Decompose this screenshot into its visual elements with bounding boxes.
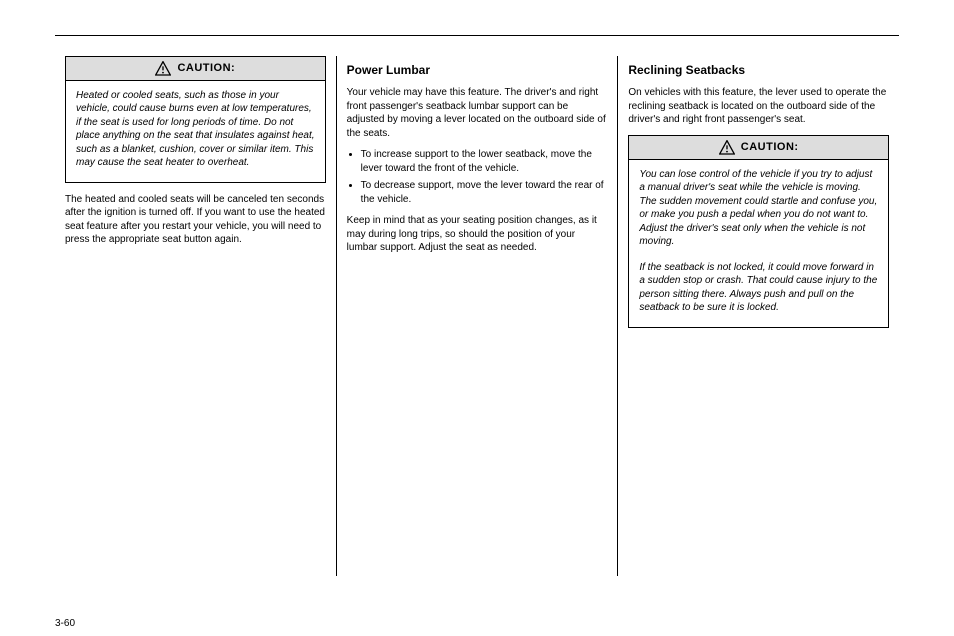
- list-item: To decrease support, move the lever towa…: [361, 179, 608, 206]
- caution-label-1: CAUTION:: [177, 61, 235, 76]
- caution-text-1: Heated or cooled seats, such as those in…: [76, 89, 315, 170]
- column-3: Reclining Seatbacks On vehicles with thi…: [617, 56, 899, 576]
- caution-text-2b: If the seatback is not locked, it could …: [639, 261, 878, 315]
- page-rule-top: [55, 35, 899, 36]
- section-title-lumbar: Power Lumbar: [347, 62, 608, 78]
- caution-body-1: Heated or cooled seats, such as those in…: [66, 81, 325, 182]
- caution-text-2a: You can lose control of the vehicle if y…: [639, 168, 878, 249]
- col1-paragraph: The heated and cooled seats will be canc…: [65, 193, 326, 247]
- caution-box-2: CAUTION: You can lose control of the veh…: [628, 135, 889, 328]
- column-1: CAUTION: Heated or cooled seats, such as…: [55, 56, 336, 576]
- caution-label-2: CAUTION:: [741, 140, 799, 155]
- warning-icon: [719, 140, 735, 154]
- column-2: Power Lumbar Your vehicle may have this …: [336, 56, 618, 576]
- caution-body-2: You can lose control of the vehicle if y…: [629, 160, 888, 327]
- content-columns: CAUTION: Heated or cooled seats, such as…: [55, 56, 899, 576]
- caution-header-1: CAUTION:: [66, 57, 325, 81]
- section-title-reclining: Reclining Seatbacks: [628, 62, 889, 78]
- col3-p1: On vehicles with this feature, the lever…: [628, 86, 889, 127]
- caution-box-1: CAUTION: Heated or cooled seats, such as…: [65, 56, 326, 183]
- col2-p2: Keep in mind that as your seating positi…: [347, 214, 608, 255]
- col2-p1: Your vehicle may have this feature. The …: [347, 86, 608, 140]
- list-item: To increase support to the lower seatbac…: [361, 148, 608, 175]
- page-number: 3-60: [55, 617, 75, 631]
- lumbar-bullets: To increase support to the lower seatbac…: [347, 148, 608, 206]
- warning-icon: [155, 61, 171, 75]
- caution-header-2: CAUTION:: [629, 136, 888, 160]
